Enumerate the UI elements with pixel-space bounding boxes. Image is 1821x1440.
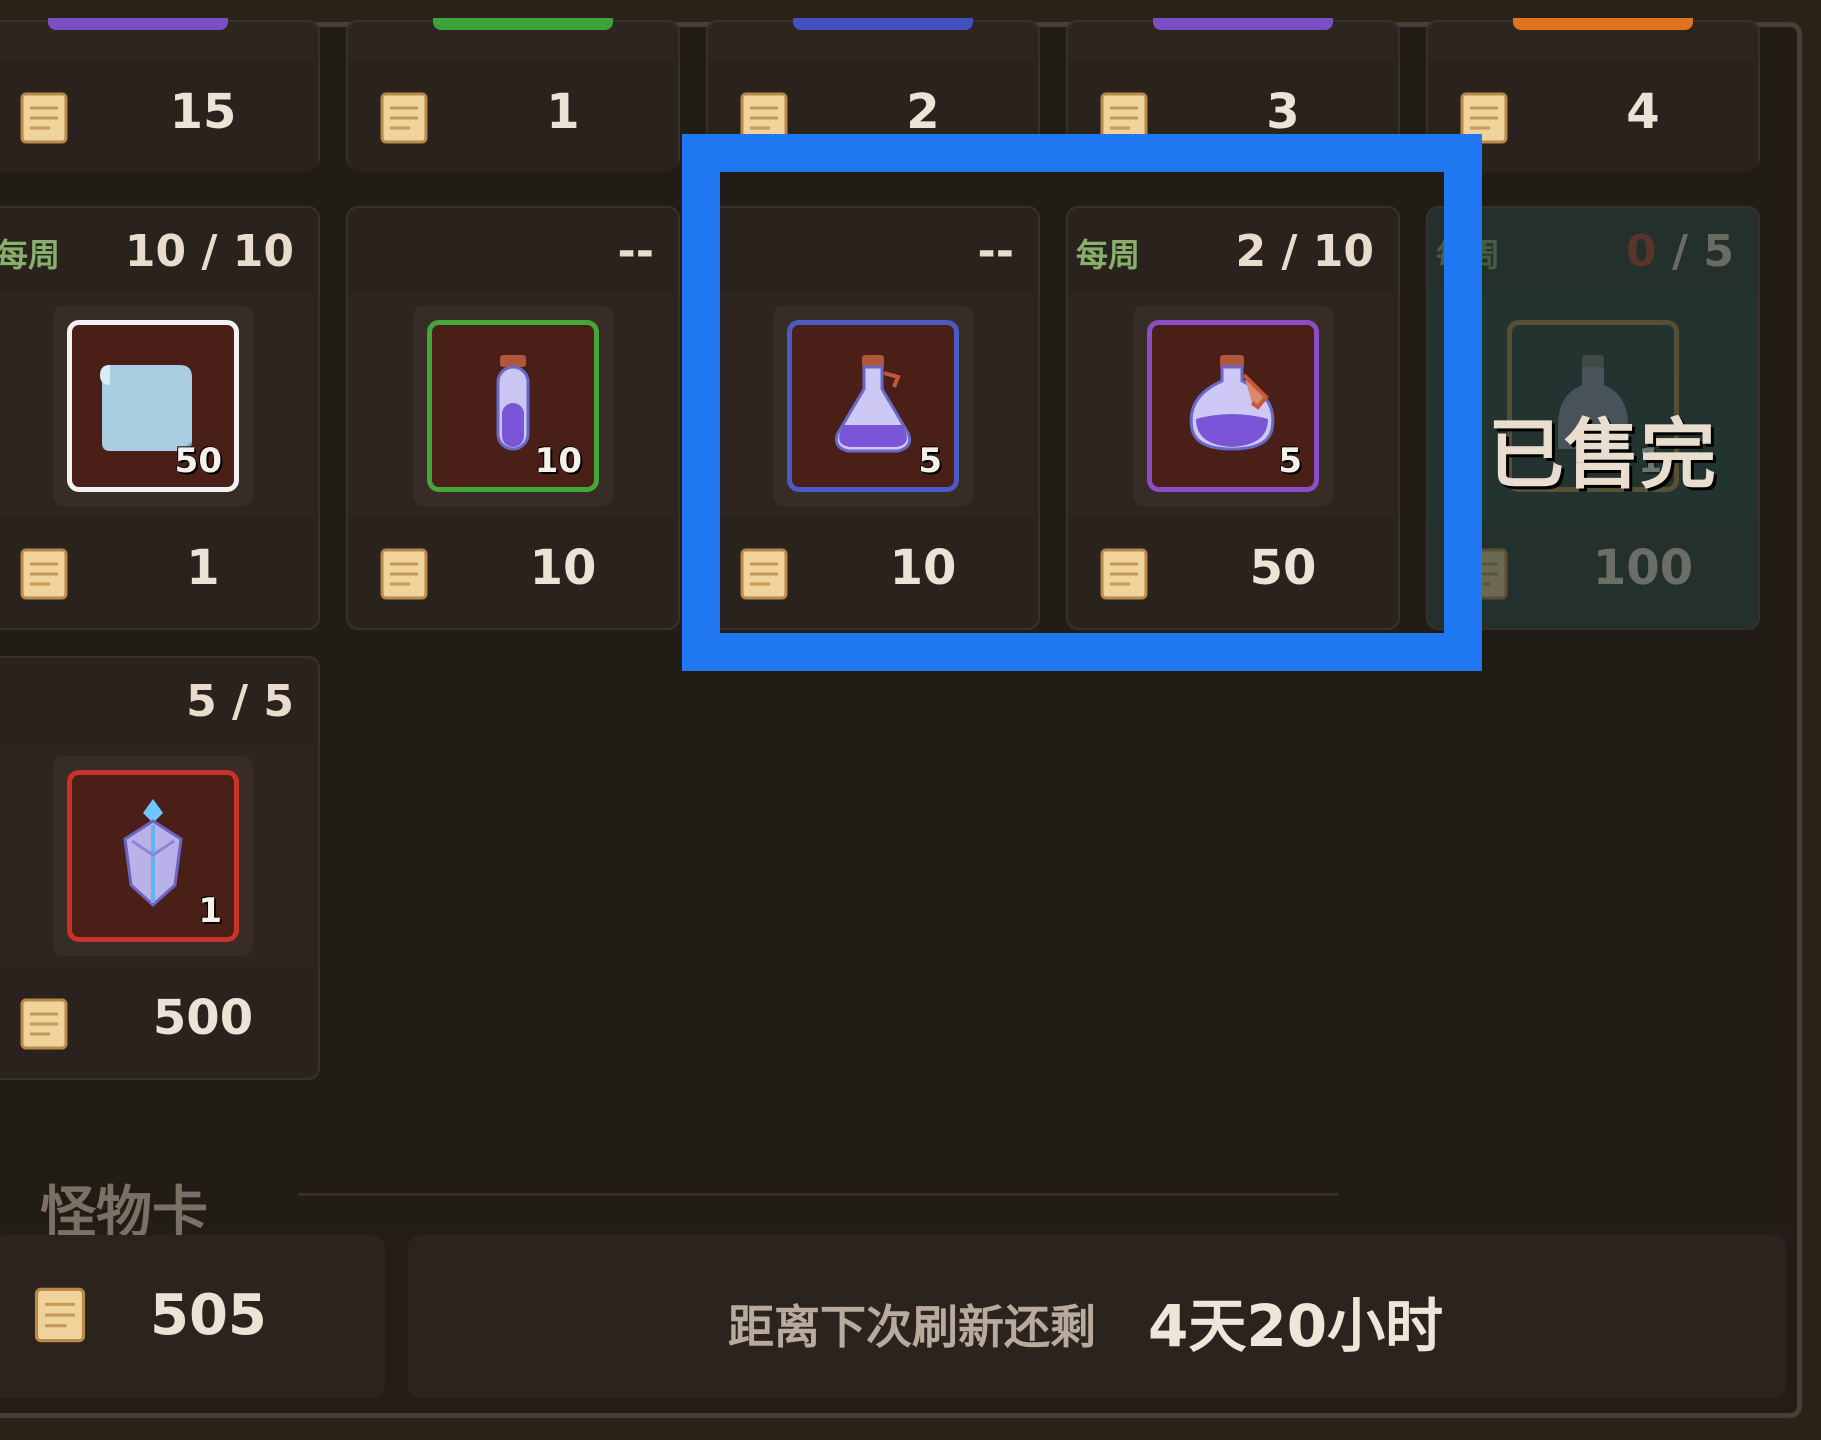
shop-card-top-2[interactable]: 1 xyxy=(346,18,680,172)
price-row: 10 xyxy=(348,518,678,628)
shop-card-top-4[interactable]: 3 xyxy=(1066,18,1400,172)
rarity-stub xyxy=(48,18,228,30)
price-row: 2 xyxy=(708,62,1038,172)
item-quantity: 5 xyxy=(1278,441,1302,481)
price-row: 1 xyxy=(0,518,318,628)
refresh-panel: 距离下次刷新还剩 4天20小时 xyxy=(408,1235,1786,1398)
shop-card-large-flask[interactable]: 每周 2 / 10 5 50 xyxy=(1066,206,1400,630)
rarity-stub xyxy=(1513,18,1693,30)
wallet-balance: 505 xyxy=(150,1283,267,1348)
item-slot: 10 xyxy=(413,306,613,506)
weekly-tag: 每周 xyxy=(1076,236,1141,274)
scroll-currency-icon xyxy=(34,1287,86,1343)
price-row: 3 xyxy=(1068,62,1398,172)
section-divider xyxy=(298,1193,1338,1196)
price-row: 15 xyxy=(0,62,318,172)
rarity-stub xyxy=(433,18,613,30)
wallet-panel: 505 xyxy=(0,1235,385,1398)
price-row: 50 xyxy=(1068,518,1398,628)
price-row: 1 xyxy=(348,62,678,172)
shop-card-top-3[interactable]: 2 xyxy=(706,18,1040,172)
card-header: 每周 10 / 10 xyxy=(0,208,318,294)
price-value: 3 xyxy=(1266,84,1300,140)
price-value: 500 xyxy=(152,990,254,1046)
shop-card-small-flask[interactable]: -- 5 10 xyxy=(706,206,1040,630)
scroll-currency-icon xyxy=(1100,548,1148,600)
scroll-currency-icon xyxy=(20,92,68,144)
scroll-currency-icon xyxy=(1460,92,1508,144)
price-value: 1 xyxy=(186,540,220,596)
scroll-currency-icon xyxy=(380,92,428,144)
price-row: 4 xyxy=(1428,62,1758,172)
scroll-currency-icon xyxy=(380,548,428,600)
scroll-currency-icon xyxy=(740,92,788,144)
price-row: 100 xyxy=(1428,518,1758,628)
purchase-limit: -- xyxy=(977,226,1014,277)
price-value: 2 xyxy=(906,84,940,140)
price-value: 100 xyxy=(1592,540,1694,596)
item-slot: 5 xyxy=(1133,306,1333,506)
price-value: 4 xyxy=(1626,84,1660,140)
weekly-tag: 每周 xyxy=(0,236,61,274)
card-header: 5 / 5 xyxy=(0,658,318,744)
scroll-currency-icon xyxy=(20,998,68,1050)
shop-card-sold-out: 每周 0 / 5 1 已售完 100 xyxy=(1426,206,1760,630)
item-slot: 1 xyxy=(53,756,253,956)
card-header: 每周 0 / 5 xyxy=(1428,208,1758,294)
price-value: 10 xyxy=(889,540,957,596)
price-row: 10 xyxy=(708,518,1038,628)
item-quantity: 5 xyxy=(918,441,942,481)
item-frame: 10 xyxy=(427,320,599,492)
scroll-currency-icon xyxy=(1100,92,1148,144)
refresh-countdown-time: 4天20小时 xyxy=(1148,1292,1444,1360)
item-frame: 1 xyxy=(67,770,239,942)
price-value: 50 xyxy=(1249,540,1317,596)
item-frame: 50 xyxy=(67,320,239,492)
scroll-currency-icon xyxy=(20,548,68,600)
price-value: 1 xyxy=(546,84,580,140)
shop-card-top-1[interactable]: 15 xyxy=(0,18,320,172)
item-quantity: 1 xyxy=(198,891,222,931)
purchase-limit: 0 / 5 xyxy=(1626,226,1734,277)
item-slot: 5 xyxy=(773,306,973,506)
weekly-tag: 每周 xyxy=(1436,236,1501,274)
shop-card-top-5[interactable]: 4 xyxy=(1426,18,1760,172)
item-quantity: 50 xyxy=(174,441,222,481)
shop-card-scroll[interactable]: 每周 10 / 10 50 1 xyxy=(0,206,320,630)
card-header: -- xyxy=(708,208,1038,294)
purchase-limit: 2 / 10 xyxy=(1235,226,1374,277)
item-quantity: 10 xyxy=(534,441,582,481)
item-slot: 50 xyxy=(53,306,253,506)
shop-grid: 15 1 2 3 4 每周 10 / 10 50 1 -- 10 10 -- 5… xyxy=(0,18,1790,1246)
price-value: 15 xyxy=(169,84,237,140)
price-row: 500 xyxy=(0,968,318,1078)
scroll-currency-icon xyxy=(740,548,788,600)
purchase-limit: 5 / 5 xyxy=(186,676,294,727)
refresh-countdown-label: 距离下次刷新还剩 xyxy=(728,1300,1096,1354)
card-header: 每周 2 / 10 xyxy=(1068,208,1398,294)
shop-card-crystal[interactable]: 5 / 5 1 500 xyxy=(0,656,320,1080)
price-value: 10 xyxy=(529,540,597,596)
purchase-limit: -- xyxy=(617,226,654,277)
card-header: -- xyxy=(348,208,678,294)
purchase-limit: 10 / 10 xyxy=(124,226,294,277)
sold-out-label: 已售完 xyxy=(1488,410,1716,499)
item-frame: 5 xyxy=(787,320,959,492)
item-frame: 5 xyxy=(1147,320,1319,492)
shop-card-test-tube[interactable]: -- 10 10 xyxy=(346,206,680,630)
scroll-currency-icon xyxy=(1460,548,1508,600)
rarity-stub xyxy=(793,18,973,30)
rarity-stub xyxy=(1153,18,1333,30)
